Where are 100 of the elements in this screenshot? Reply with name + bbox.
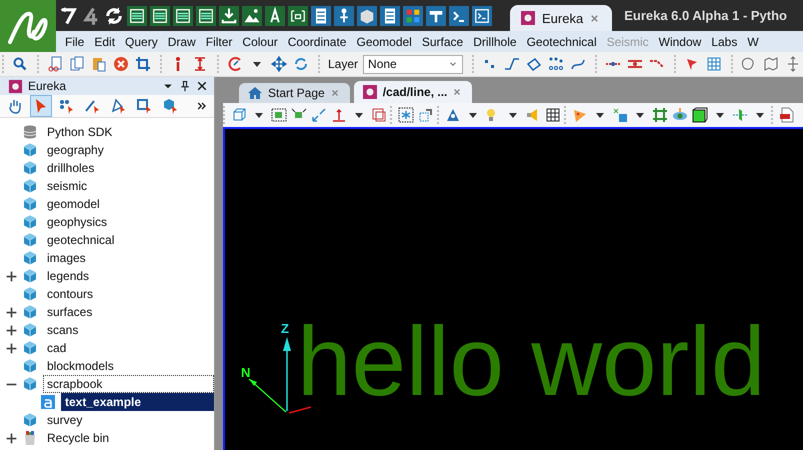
menu-item[interactable]: Geomodel — [351, 34, 417, 48]
expand-icon[interactable] — [4, 324, 18, 336]
tree-item[interactable]: scans — [43, 321, 82, 339]
asterisk-icon[interactable] — [398, 107, 414, 123]
target-icon[interactable] — [227, 56, 243, 72]
eye-icon[interactable] — [672, 107, 688, 123]
form-icon[interactable] — [196, 6, 216, 26]
copy-icon[interactable] — [69, 56, 85, 72]
axis-up-icon[interactable] — [331, 107, 347, 123]
grid-icon[interactable] — [545, 107, 561, 123]
layers-square-icon[interactable] — [371, 107, 387, 123]
menu-item[interactable]: Drillhole — [468, 34, 522, 48]
table-search-icon[interactable] — [127, 6, 147, 26]
panel-title: Eureka — [28, 79, 66, 93]
3d-viewport[interactable]: Z N hello world — [223, 127, 803, 450]
delete-icon[interactable] — [113, 56, 129, 72]
menu-item[interactable]: W — [742, 34, 764, 48]
tree-item[interactable]: images — [43, 249, 90, 267]
mesh-icon[interactable] — [652, 107, 668, 123]
layer-label: Layer — [328, 57, 358, 71]
document-icon[interactable] — [311, 6, 331, 26]
expand-icon[interactable] — [4, 342, 18, 354]
mountain-icon[interactable] — [242, 6, 262, 26]
menu-item[interactable]: Surface — [416, 34, 468, 48]
menu-item[interactable]: Labs — [706, 34, 742, 48]
resize-icon[interactable] — [418, 107, 434, 123]
letter-icon[interactable] — [265, 6, 285, 26]
cube-icon — [22, 304, 38, 320]
home-icon — [247, 85, 263, 101]
chevrons-icon[interactable] — [196, 100, 208, 112]
cube-icon — [22, 196, 38, 212]
tool-button[interactable] — [30, 95, 52, 117]
tree-item[interactable]: geophysics — [43, 213, 112, 231]
tree-item[interactable]: Recycle bin — [43, 429, 114, 447]
axis-arrows-icon[interactable] — [311, 107, 327, 123]
cube-icon — [22, 286, 38, 302]
pin-icon[interactable] — [179, 80, 191, 92]
bracket-icon[interactable] — [288, 6, 308, 26]
document-tab[interactable]: /cad/line, ... — [354, 81, 472, 103]
rotate-icon[interactable] — [293, 56, 309, 72]
tree-item[interactable]: contours — [43, 285, 98, 303]
grid-icon[interactable] — [403, 6, 423, 26]
person-icon[interactable] — [334, 6, 354, 26]
expand-icon[interactable] — [4, 432, 18, 444]
menu-item[interactable]: Filter — [200, 34, 238, 48]
menu-item[interactable]: Edit — [89, 34, 120, 48]
map-icon[interactable] — [763, 56, 780, 72]
tree-item[interactable]: survey — [43, 411, 86, 429]
tree-item[interactable]: Python SDK — [43, 123, 116, 141]
scissors-icon[interactable] — [47, 56, 63, 72]
cube-icon[interactable] — [357, 6, 377, 26]
pdf-icon[interactable] — [779, 107, 795, 123]
undo-arrow-icon[interactable] — [58, 6, 78, 26]
triangle-nodes-icon[interactable] — [445, 107, 461, 123]
camera-frame-icon[interactable] — [271, 107, 287, 123]
download-icon[interactable] — [219, 6, 239, 26]
tree-item[interactable]: cad — [43, 339, 70, 357]
axis-label: N — [241, 365, 250, 380]
move-icon[interactable] — [271, 56, 287, 72]
layer-dropdown[interactable]: None — [363, 54, 464, 74]
menu-item[interactable]: File — [60, 34, 90, 48]
north-axis-arrow — [248, 378, 286, 412]
cube-icon — [22, 214, 38, 230]
tree-item[interactable]: geomodel — [43, 195, 104, 213]
menu-item[interactable]: Colour — [237, 34, 283, 48]
polygon-icon[interactable] — [526, 56, 542, 72]
table-gear-icon[interactable] — [173, 6, 193, 26]
cube-icon — [22, 412, 38, 428]
expand-icon[interactable] — [4, 306, 18, 318]
measure-icon[interactable] — [192, 56, 208, 72]
nodes-icon[interactable] — [548, 56, 564, 72]
crop-icon[interactable] — [135, 56, 151, 72]
tree-item[interactable]: text_example — [61, 393, 214, 411]
document-tab[interactable]: Start Page — [239, 83, 350, 103]
menu-item[interactable]: Draw — [162, 34, 201, 48]
shape-icon[interactable] — [426, 6, 446, 26]
menu-item[interactable]: Coordinate — [282, 34, 352, 48]
app-tab[interactable]: Eureka — [510, 5, 612, 31]
expand-icon[interactable] — [4, 270, 18, 282]
tree-item[interactable]: blockmodels — [43, 357, 118, 375]
menu-item[interactable]: Window — [654, 34, 706, 48]
refresh-icon[interactable] — [104, 6, 124, 26]
search-icon[interactable] — [12, 56, 28, 72]
tree-item[interactable]: seismic — [43, 177, 92, 195]
menu-item[interactable]: Query — [120, 34, 163, 48]
menu-item[interactable]: Geotechnical — [522, 34, 602, 48]
tree-item[interactable]: geography — [43, 141, 108, 159]
tree-item[interactable]: geotechnical — [43, 231, 118, 249]
terminal-icon[interactable] — [449, 6, 469, 26]
tree-item[interactable]: surfaces — [43, 303, 96, 321]
close-icon[interactable] — [196, 80, 208, 92]
table-icon[interactable] — [150, 6, 170, 26]
polyline-icon[interactable] — [504, 56, 520, 72]
clipboard-icon[interactable] — [91, 56, 107, 72]
tree-item[interactable]: legends — [43, 267, 94, 285]
tree-item[interactable]: drillholes — [43, 159, 98, 177]
scene-text: hello world — [297, 312, 766, 410]
cube-frame-icon[interactable] — [692, 107, 708, 123]
document-icon[interactable] — [380, 6, 400, 26]
terminal-icon[interactable] — [472, 6, 492, 26]
